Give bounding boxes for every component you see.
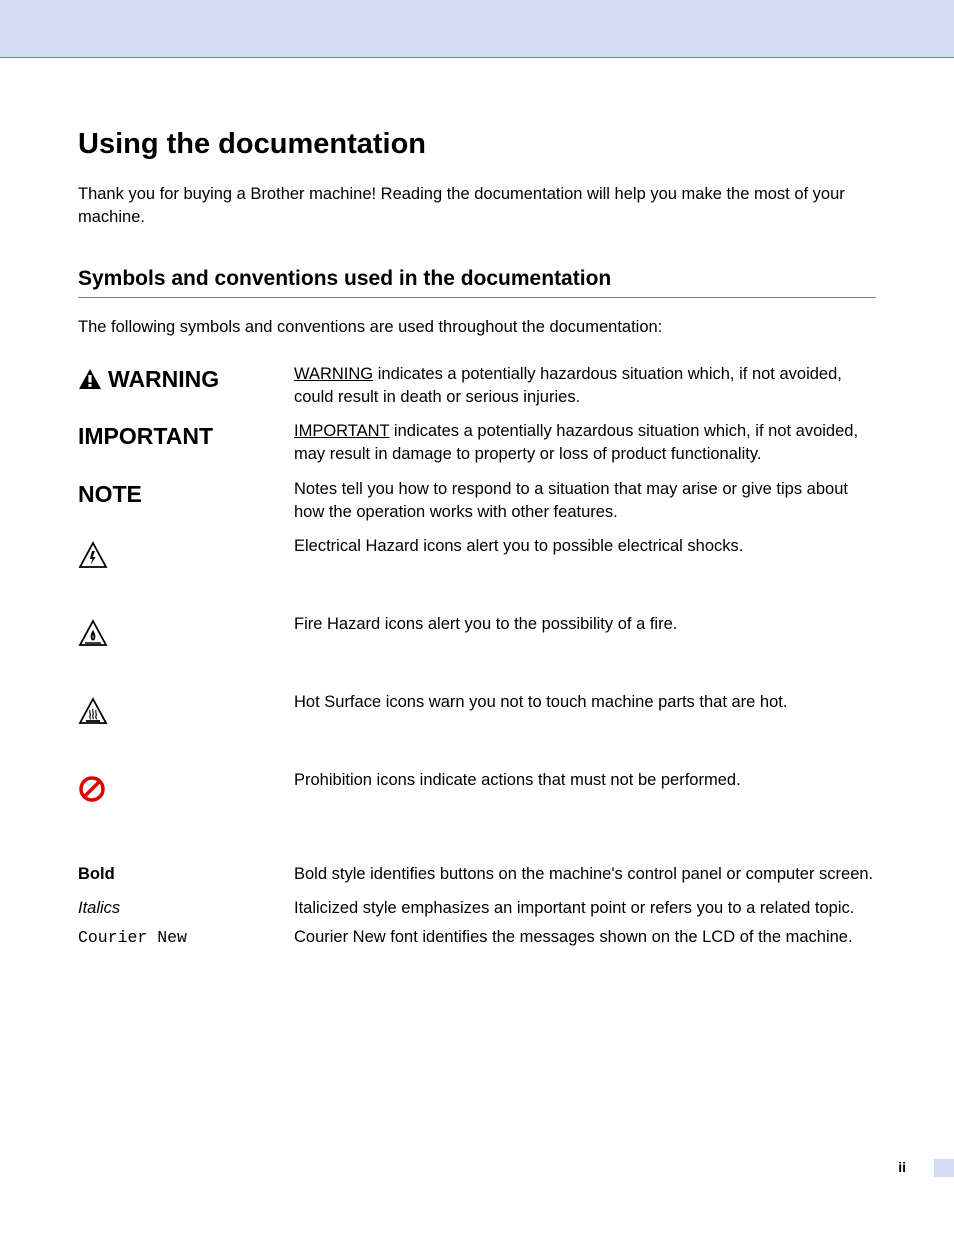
bold-description: Bold style identifies buttons on the mac…: [294, 863, 876, 886]
page-tab: [934, 1159, 954, 1177]
important-label: IMPORTANT: [78, 420, 294, 452]
page-number: ii: [898, 1159, 906, 1175]
fire-hazard-icon: [78, 613, 294, 647]
table-row: NOTE Notes tell you how to respond to a …: [78, 478, 876, 524]
electrical-hazard-icon: [78, 535, 294, 569]
page-title: Using the documentation: [78, 128, 876, 161]
note-description: Notes tell you how to respond to a situa…: [294, 478, 876, 524]
intro-paragraph: Thank you for buying a Brother machine! …: [78, 183, 876, 229]
section-title: Symbols and conventions used in the docu…: [78, 267, 876, 298]
symbol-table: WARNING WARNING indicates a potentially …: [78, 363, 876, 949]
warning-label: WARNING: [78, 363, 294, 395]
bold-label: Bold: [78, 863, 294, 886]
hot-description: Hot Surface icons warn you not to touch …: [294, 691, 876, 714]
note-label: NOTE: [78, 478, 294, 510]
table-row: Hot Surface icons warn you not to touch …: [78, 691, 876, 725]
electrical-description: Electrical Hazard icons alert you to pos…: [294, 535, 876, 558]
important-description: IMPORTANT indicates a potentially hazard…: [294, 420, 876, 466]
table-row: Italics Italicized style emphasizes an i…: [78, 897, 876, 920]
section-intro: The following symbols and conventions ar…: [78, 318, 876, 337]
prohibition-icon: [78, 769, 294, 803]
italics-label: Italics: [78, 897, 294, 920]
hot-surface-icon: [78, 691, 294, 725]
table-row: Prohibition icons indicate actions that …: [78, 769, 876, 803]
table-row: Courier New Courier New font identifies …: [78, 926, 876, 949]
courier-label: Courier New: [78, 926, 294, 949]
warning-triangle-icon: [78, 368, 102, 390]
table-row: WARNING WARNING indicates a potentially …: [78, 363, 876, 409]
fire-description: Fire Hazard icons alert you to the possi…: [294, 613, 876, 636]
prohibition-description: Prohibition icons indicate actions that …: [294, 769, 876, 792]
warning-description: WARNING indicates a potentially hazardou…: [294, 363, 876, 409]
table-row: Fire Hazard icons alert you to the possi…: [78, 613, 876, 647]
table-row: Electrical Hazard icons alert you to pos…: [78, 535, 876, 569]
header-bar: [0, 0, 954, 58]
italics-description: Italicized style emphasizes an important…: [294, 897, 876, 920]
content-area: Using the documentation Thank you for bu…: [0, 58, 954, 949]
table-row: IMPORTANT IMPORTANT indicates a potentia…: [78, 420, 876, 466]
warning-text: WARNING: [108, 363, 219, 395]
courier-description: Courier New font identifies the messages…: [294, 926, 876, 949]
table-row: Bold Bold style identifies buttons on th…: [78, 863, 876, 886]
